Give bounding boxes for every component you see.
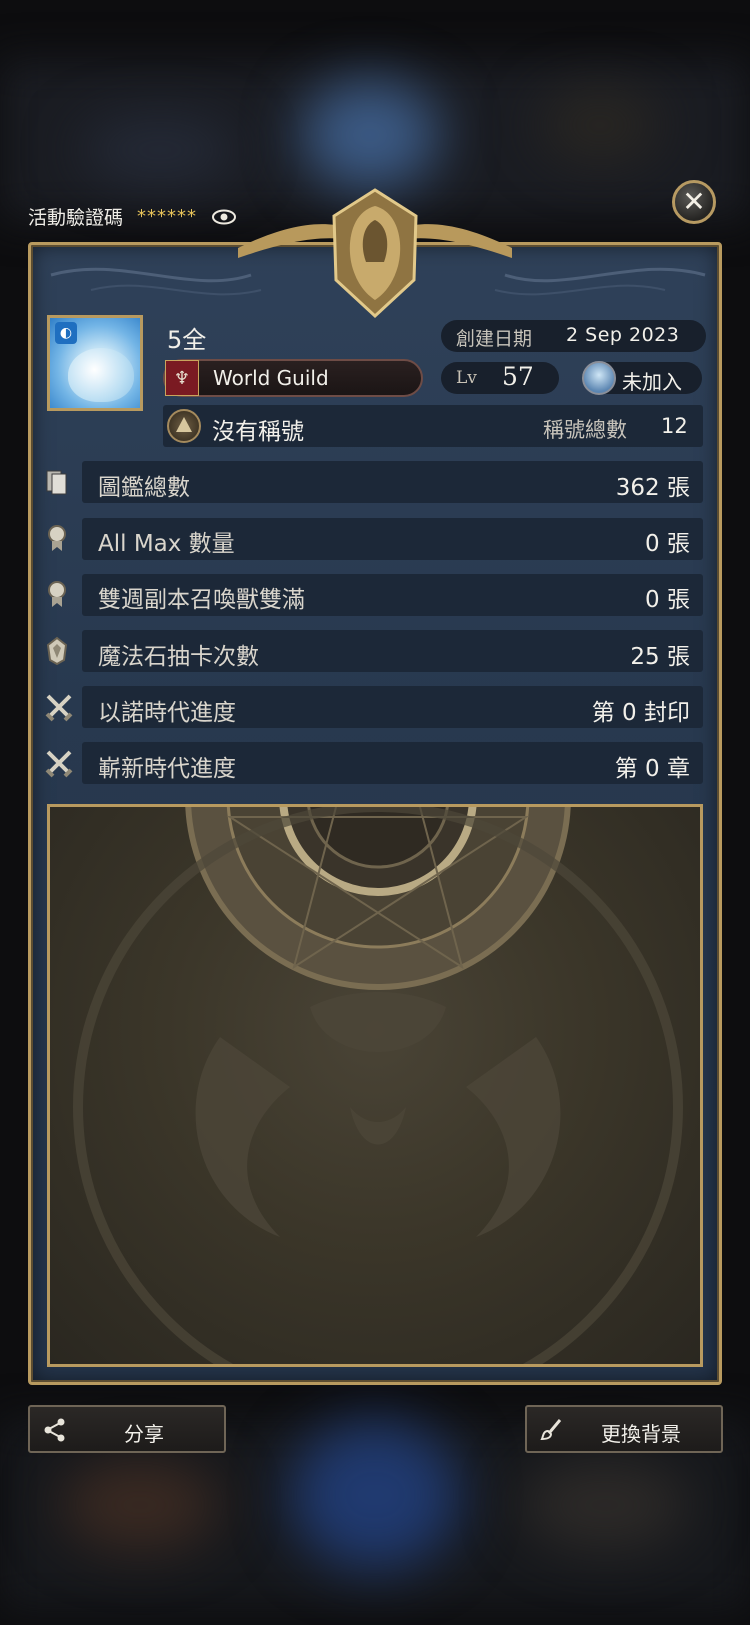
owl-guild-icon: ♆: [165, 360, 199, 396]
element-badge-icon: ◐: [55, 322, 77, 344]
join-status-icon: [582, 361, 616, 395]
stone-icon: [46, 636, 68, 666]
background-preview[interactable]: [47, 804, 703, 1367]
stat-label: 魔法石抽卡次數: [98, 644, 259, 670]
created-date-value: 2 Sep 2023: [566, 324, 680, 346]
player-name: 5全: [167, 326, 207, 354]
slime-portrait: [68, 348, 134, 402]
change-background-label: 更換背景: [601, 1422, 681, 1446]
stat-value: 25 張: [630, 644, 690, 670]
crossed-swords-icon: [45, 694, 73, 722]
title-text: 沒有稱號: [212, 419, 304, 445]
stat-value: 362 張: [615, 475, 690, 501]
stat-label: All Max 數量: [98, 531, 235, 557]
stat-value: 0 張: [645, 587, 690, 613]
created-date-label: 創建日期: [456, 328, 533, 350]
stat-label: 雙週副本召喚獸雙滿: [98, 587, 305, 613]
title-count-value: 12: [661, 414, 688, 438]
stat-value: 第 0 封印: [591, 700, 690, 726]
level-value: 57: [502, 362, 534, 391]
change-background-button[interactable]: 更換背景: [525, 1405, 723, 1453]
ornate-background-art: [73, 807, 683, 1364]
level-label: Lv: [456, 368, 477, 388]
eye-icon[interactable]: [211, 208, 237, 226]
stat-value: 0 張: [645, 531, 690, 557]
close-icon[interactable]: ✕: [672, 180, 716, 224]
share-icon: [44, 1418, 65, 1442]
join-status-label: 未加入: [622, 370, 682, 394]
brush-icon: [540, 1419, 562, 1441]
medal-icon: [48, 525, 66, 551]
stat-label: 圖鑑總數: [98, 475, 190, 501]
share-button[interactable]: 分享: [28, 1405, 226, 1453]
event-code-label: 活動驗證碼: [28, 207, 124, 229]
hooded-figure-crest-icon: [238, 188, 512, 319]
stat-label: 以諾時代進度: [98, 700, 236, 726]
share-button-label: 分享: [124, 1422, 164, 1446]
guild-name: World Guild: [213, 366, 329, 390]
medal-icon: [48, 581, 66, 607]
title-count-label: 稱號總數: [543, 418, 627, 442]
stat-value: 第 0 章: [614, 756, 690, 782]
stat-label: 嶄新時代進度: [98, 756, 236, 782]
avatar[interactable]: ◐: [47, 315, 143, 411]
crossed-swords-icon: [45, 750, 73, 778]
event-code-value: ******: [137, 206, 198, 227]
title-emblem-icon: [167, 409, 201, 443]
cards-icon: [46, 470, 67, 495]
event-code-row: 活動驗證碼 ******: [28, 203, 237, 230]
